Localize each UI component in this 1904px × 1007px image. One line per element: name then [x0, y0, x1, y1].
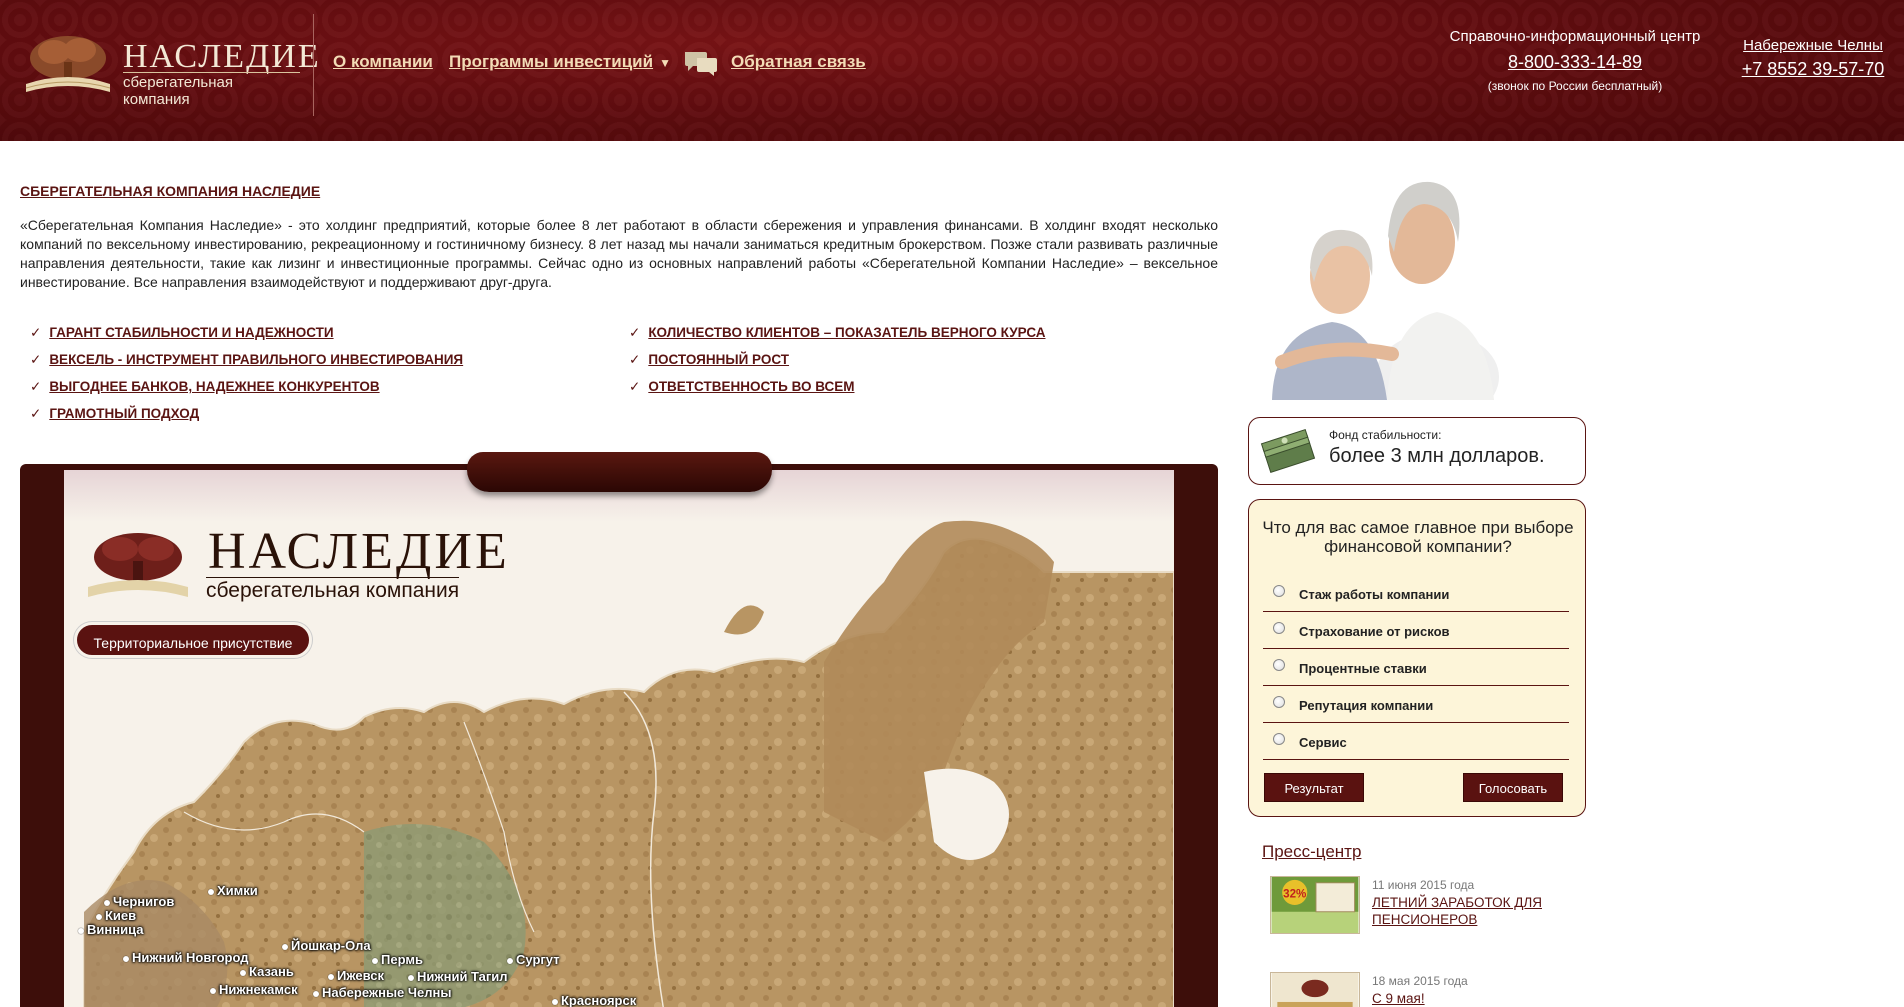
check-icon: ✓ — [629, 325, 641, 340]
nav-feedback-link[interactable]: Обратная связь — [731, 52, 866, 72]
check-icon: ✓ — [629, 352, 641, 367]
dropdown-arrow-icon: ▼ — [659, 56, 671, 70]
radio-button[interactable] — [1273, 622, 1285, 634]
radio-button[interactable] — [1273, 585, 1285, 597]
map-city-label[interactable]: Красноярск — [552, 993, 636, 1007]
feature-link[interactable]: ✓ ПОСТОЯННЫЙ РОСТ — [629, 352, 789, 368]
info-center-title: Справочно-информационный центр — [1449, 28, 1701, 45]
check-icon: ✓ — [30, 325, 42, 340]
feature-link[interactable]: ✓ ВЕКСЕЛЬ - ИНСТРУМЕНТ ПРАВИЛЬНОГО ИНВЕСТ… — [30, 352, 463, 368]
map-city-label[interactable]: Казань — [240, 964, 294, 979]
site-header: НАСЛЕДИЕ сберегательная компания О компа… — [0, 0, 1904, 141]
feature-link[interactable]: ✓ ГРАМОТНЫЙ ПОДХОД — [30, 406, 199, 422]
feature-link[interactable]: ✓ ОТВЕТСТВЕННОСТЬ ВО ВСЕМ — [629, 379, 854, 395]
feature-link[interactable]: ✓ КОЛИЧЕСТВО КЛИЕНТОВ – ПОКАЗАТЕЛЬ ВЕРНОГ… — [629, 325, 1046, 341]
map-city-label[interactable]: Химки — [208, 883, 258, 898]
press-center-link[interactable]: Пресс-центр — [1262, 842, 1361, 862]
nav-about-link[interactable]: О компании — [333, 52, 433, 72]
territory-presence-button[interactable]: Территориальное присутствие — [74, 622, 312, 658]
news-thumbnail-image[interactable]: 32% — [1270, 876, 1360, 934]
feature-link[interactable]: ✓ ВЫГОДНЕЕ БАНКОВ, НАДЕЖНЕЕ КОНКУРЕНТОВ — [30, 379, 380, 395]
board-handle — [467, 452, 772, 492]
nav-programs-link[interactable]: Программы инвестиций ▼ — [449, 52, 671, 72]
board-tree-logo-icon — [88, 533, 188, 597]
radio-button[interactable] — [1273, 696, 1285, 708]
map-city-label[interactable]: Набережные Челны — [313, 985, 451, 1000]
news-date: 18 мая 2015 года — [1372, 974, 1468, 988]
stability-fund-box: Фонд стабильности: более 3 млн долларов. — [1248, 417, 1586, 485]
poll-option[interactable]: Страхование от рисков — [1263, 612, 1569, 649]
map-city-label[interactable]: Винница — [78, 922, 143, 937]
poll-option[interactable]: Сервис — [1263, 723, 1569, 760]
poll-question: Что для вас самое главное при выборе фин… — [1262, 518, 1574, 556]
intro-text: «Сберегательная Компания Наследие» - это… — [20, 217, 1218, 290]
board-logo-subtitle: сберегательная компания — [206, 577, 460, 602]
check-icon: ✓ — [30, 406, 42, 421]
board-logo-title: НАСЛЕДИЕ — [208, 523, 510, 580]
check-icon: ✓ — [30, 379, 42, 394]
logo-title: НАСЛЕДИЕ — [123, 38, 321, 75]
check-icon: ✓ — [629, 379, 641, 394]
territory-map-board: НАСЛЕДИЕ сберегательная компания Террито… — [20, 452, 1218, 1007]
news-title-link[interactable]: ЛЕТНИЙ ЗАРАБОТОК ДЛЯ ПЕНСИОНЕРОВ — [1372, 894, 1572, 928]
news-item: 18 мая 2015 года С 9 мая! — [1270, 972, 1580, 1007]
nav-programs-label: Программы инвестиций — [449, 52, 654, 71]
news-thumbnail-image[interactable] — [1270, 972, 1360, 1007]
page-title[interactable]: СБЕРЕГАТЕЛЬНАЯ КОМПАНИЯ НАСЛЕДИЕ — [20, 183, 1218, 199]
map-city-label[interactable]: Нижний Тагил — [408, 969, 508, 984]
city-phone[interactable]: +7 8552 39-57-70 — [1738, 59, 1888, 80]
poll-vote-button[interactable]: Голосовать — [1463, 773, 1563, 802]
site-logo[interactable]: НАСЛЕДИЕ сберегательная компания — [20, 30, 319, 108]
check-icon: ✓ — [30, 352, 42, 367]
news-date: 11 июня 2015 года — [1372, 878, 1475, 892]
map-city-label[interactable]: Нижнекамск — [210, 982, 298, 997]
news-badge: 32% — [1283, 888, 1306, 900]
money-stack-icon — [1260, 428, 1316, 474]
info-center-phone[interactable]: 8-800-333-14-89 — [1440, 52, 1710, 73]
map-city-label[interactable]: Ижевск — [328, 968, 384, 983]
poll-option[interactable]: Процентные ставки — [1263, 649, 1569, 686]
feature-link[interactable]: ✓ ГАРАНТ СТАБИЛЬНОСТИ И НАДЕЖНОСТИ — [30, 325, 334, 341]
poll-option[interactable]: Репутация компании — [1263, 686, 1569, 723]
logo-subtitle: сберегательная компания — [123, 72, 300, 108]
news-title-link[interactable]: С 9 мая! — [1372, 990, 1572, 1007]
poll-widget: Что для вас самое главное при выборе фин… — [1248, 499, 1586, 817]
map-city-label[interactable]: Пермь — [372, 952, 423, 967]
city-contact: Набережные Челны +7 8552 39-57-70 — [1738, 37, 1888, 80]
poll-result-button[interactable]: Результат — [1264, 773, 1364, 802]
chat-bubbles-icon[interactable] — [683, 50, 719, 78]
map-city-label[interactable]: Нижний Новгород — [123, 950, 249, 965]
map-city-label[interactable]: Йошкар-Ола — [282, 938, 371, 953]
poll-option[interactable]: Стаж работы компании — [1263, 575, 1569, 612]
main-content: СБЕРЕГАТЕЛЬНАЯ КОМПАНИЯ НАСЛЕДИЕ «Сберег… — [20, 183, 1218, 421]
info-center: Справочно-информационный центр 8-800-333… — [1440, 28, 1710, 93]
city-selector[interactable]: Набережные Челны — [1738, 37, 1888, 54]
radio-button[interactable] — [1273, 659, 1285, 671]
map-city-label[interactable]: Чернигов — [104, 894, 174, 909]
news-item: 32% 11 июня 2015 года ЛЕТНИЙ ЗАРАБОТОК Д… — [1270, 876, 1580, 946]
radio-button[interactable] — [1273, 733, 1285, 745]
map-city-label[interactable]: Киев — [96, 908, 136, 923]
map-city-label[interactable]: Сургут — [507, 952, 560, 967]
tree-logo-icon — [25, 36, 111, 92]
fund-label: Фонд стабильности: — [1329, 428, 1442, 442]
info-center-note: (звонок по России бесплатный) — [1487, 79, 1663, 93]
header-divider — [313, 14, 314, 116]
fund-value: более 3 млн долларов. — [1329, 445, 1545, 467]
senior-couple-photo — [1272, 181, 1499, 400]
